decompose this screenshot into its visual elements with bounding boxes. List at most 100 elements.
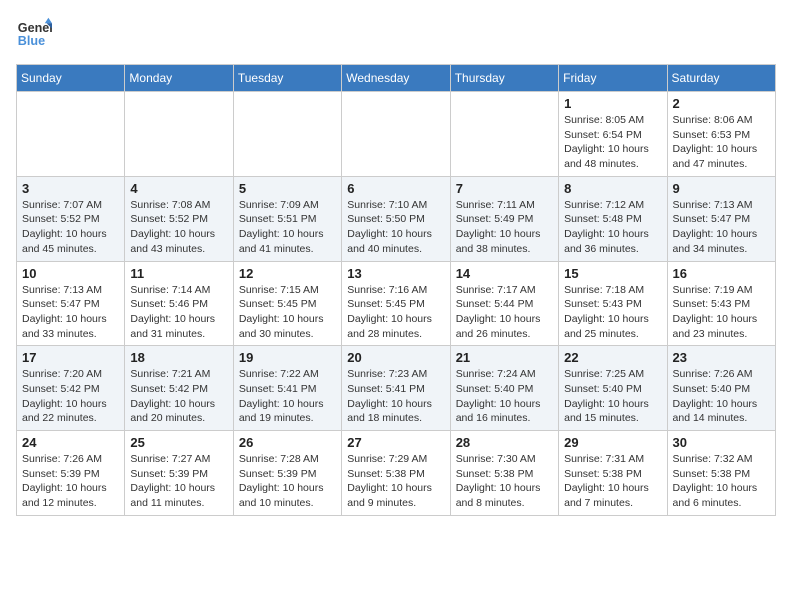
day-number: 16 [673,266,770,281]
weekday-header-wednesday: Wednesday [342,65,450,92]
day-number: 7 [456,181,553,196]
day-info: Sunrise: 7:21 AMSunset: 5:42 PMDaylight:… [130,367,227,426]
calendar-cell: 14 Sunrise: 7:17 AMSunset: 5:44 PMDayligh… [450,261,558,346]
calendar-cell [125,92,233,177]
calendar-cell: 21Sunrise: 7:24 AMSunset: 5:40 PMDayligh… [450,346,558,431]
calendar-cell: 4Sunrise: 7:08 AMSunset: 5:52 PMDaylight… [125,176,233,261]
calendar-cell [233,92,341,177]
day-info: Sunrise: 7:17 AMSunset: 5:44 PMDaylight:… [456,283,553,342]
day-number: 25 [130,435,227,450]
calendar-cell: 24 Sunrise: 7:26 AMSunset: 5:39 PMDayligh… [17,431,125,516]
day-number: 20 [347,350,444,365]
calendar-cell: 27 Sunrise: 7:29 AMSunset: 5:38 PMDayligh… [342,431,450,516]
calendar-cell: 12 Sunrise: 7:15 AMSunset: 5:45 PMDayligh… [233,261,341,346]
calendar-cell: 30 Sunrise: 7:32 AMSunset: 5:38 PMDayligh… [667,431,775,516]
calendar-cell: 5 Sunrise: 7:09 AMSunset: 5:51 PMDaylight… [233,176,341,261]
day-number: 27 [347,435,444,450]
day-number: 12 [239,266,336,281]
weekday-header-tuesday: Tuesday [233,65,341,92]
calendar-cell: 20 Sunrise: 7:23 AMSunset: 5:41 PMDayligh… [342,346,450,431]
day-number: 23 [673,350,770,365]
day-info: Sunrise: 7:22 AMSunset: 5:41 PMDaylight:… [239,367,336,426]
day-info: Sunrise: 8:05 AMSunset: 6:54 PMDaylight:… [564,113,661,172]
logo-icon: General Blue [16,16,52,52]
day-number: 17 [22,350,119,365]
day-number: 13 [347,266,444,281]
calendar-cell: 16 Sunrise: 7:19 AMSunset: 5:43 PMDayligh… [667,261,775,346]
day-info: Sunrise: 7:23 AMSunset: 5:41 PMDaylight:… [347,367,444,426]
calendar-cell: 19 Sunrise: 7:22 AMSunset: 5:41 PMDayligh… [233,346,341,431]
day-number: 15 [564,266,661,281]
calendar-cell: 7 Sunrise: 7:11 AMSunset: 5:49 PMDaylight… [450,176,558,261]
day-number: 5 [239,181,336,196]
calendar-cell: 1 Sunrise: 8:05 AMSunset: 6:54 PMDaylight… [559,92,667,177]
day-number: 9 [673,181,770,196]
weekday-header-thursday: Thursday [450,65,558,92]
day-info: Sunrise: 7:19 AMSunset: 5:43 PMDaylight:… [673,283,770,342]
day-info: Sunrise: 7:29 AMSunset: 5:38 PMDaylight:… [347,452,444,511]
day-info: Sunrise: 7:25 AMSunset: 5:40 PMDaylight:… [564,367,661,426]
calendar-cell: 28 Sunrise: 7:30 AMSunset: 5:38 PMDayligh… [450,431,558,516]
day-number: 3 [22,181,119,196]
day-info: Sunrise: 8:06 AMSunset: 6:53 PMDaylight:… [673,113,770,172]
day-number: 28 [456,435,553,450]
calendar-cell: 10Sunrise: 7:13 AMSunset: 5:47 PMDayligh… [17,261,125,346]
day-number: 26 [239,435,336,450]
calendar-cell: 6 Sunrise: 7:10 AMSunset: 5:50 PMDaylight… [342,176,450,261]
weekday-header-sunday: Sunday [17,65,125,92]
calendar-cell: 18 Sunrise: 7:21 AMSunset: 5:42 PMDayligh… [125,346,233,431]
calendar-cell: 26 Sunrise: 7:28 AMSunset: 5:39 PMDayligh… [233,431,341,516]
day-info: Sunrise: 7:20 AMSunset: 5:42 PMDaylight:… [22,367,119,426]
calendar-cell: 9 Sunrise: 7:13 AMSunset: 5:47 PMDaylight… [667,176,775,261]
calendar-cell: 8Sunrise: 7:12 AMSunset: 5:48 PMDaylight… [559,176,667,261]
calendar-cell [17,92,125,177]
week-row-3: 10Sunrise: 7:13 AMSunset: 5:47 PMDayligh… [17,261,776,346]
day-info: Sunrise: 7:13 AMSunset: 5:47 PMDaylight:… [22,283,119,342]
week-row-5: 24 Sunrise: 7:26 AMSunset: 5:39 PMDayligh… [17,431,776,516]
day-info: Sunrise: 7:09 AMSunset: 5:51 PMDaylight:… [239,198,336,257]
day-info: Sunrise: 7:30 AMSunset: 5:38 PMDaylight:… [456,452,553,511]
day-info: Sunrise: 7:11 AMSunset: 5:49 PMDaylight:… [456,198,553,257]
day-number: 1 [564,96,661,111]
day-info: Sunrise: 7:15 AMSunset: 5:45 PMDaylight:… [239,283,336,342]
day-number: 18 [130,350,227,365]
day-info: Sunrise: 7:07 AMSunset: 5:52 PMDaylight:… [22,198,119,257]
calendar-cell: 22 Sunrise: 7:25 AMSunset: 5:40 PMDayligh… [559,346,667,431]
day-number: 6 [347,181,444,196]
day-info: Sunrise: 7:14 AMSunset: 5:46 PMDaylight:… [130,283,227,342]
weekday-header-saturday: Saturday [667,65,775,92]
day-info: Sunrise: 7:26 AMSunset: 5:39 PMDaylight:… [22,452,119,511]
day-info: Sunrise: 7:28 AMSunset: 5:39 PMDaylight:… [239,452,336,511]
day-number: 11 [130,266,227,281]
day-number: 30 [673,435,770,450]
logo: General Blue [16,16,56,52]
calendar-cell: 15 Sunrise: 7:18 AMSunset: 5:43 PMDayligh… [559,261,667,346]
day-number: 29 [564,435,661,450]
day-info: Sunrise: 7:26 AMSunset: 5:40 PMDaylight:… [673,367,770,426]
day-number: 21 [456,350,553,365]
day-number: 22 [564,350,661,365]
week-row-2: 3 Sunrise: 7:07 AMSunset: 5:52 PMDaylight… [17,176,776,261]
day-info: Sunrise: 7:13 AMSunset: 5:47 PMDaylight:… [673,198,770,257]
weekday-header-monday: Monday [125,65,233,92]
calendar: SundayMondayTuesdayWednesdayThursdayFrid… [16,64,776,516]
calendar-cell: 17 Sunrise: 7:20 AMSunset: 5:42 PMDayligh… [17,346,125,431]
weekday-header-friday: Friday [559,65,667,92]
calendar-cell: 11 Sunrise: 7:14 AMSunset: 5:46 PMDayligh… [125,261,233,346]
day-number: 19 [239,350,336,365]
day-info: Sunrise: 7:18 AMSunset: 5:43 PMDaylight:… [564,283,661,342]
day-number: 24 [22,435,119,450]
day-number: 14 [456,266,553,281]
calendar-cell: 25 Sunrise: 7:27 AMSunset: 5:39 PMDayligh… [125,431,233,516]
calendar-cell: 23 Sunrise: 7:26 AMSunset: 5:40 PMDayligh… [667,346,775,431]
day-info: Sunrise: 7:32 AMSunset: 5:38 PMDaylight:… [673,452,770,511]
day-info: Sunrise: 7:31 AMSunset: 5:38 PMDaylight:… [564,452,661,511]
calendar-cell [450,92,558,177]
day-info: Sunrise: 7:16 AMSunset: 5:45 PMDaylight:… [347,283,444,342]
weekday-header-row: SundayMondayTuesdayWednesdayThursdayFrid… [17,65,776,92]
day-info: Sunrise: 7:08 AMSunset: 5:52 PMDaylight:… [130,198,227,257]
calendar-cell: 13 Sunrise: 7:16 AMSunset: 5:45 PMDayligh… [342,261,450,346]
day-info: Sunrise: 7:27 AMSunset: 5:39 PMDaylight:… [130,452,227,511]
day-info: Sunrise: 7:10 AMSunset: 5:50 PMDaylight:… [347,198,444,257]
header: General Blue [16,16,776,52]
